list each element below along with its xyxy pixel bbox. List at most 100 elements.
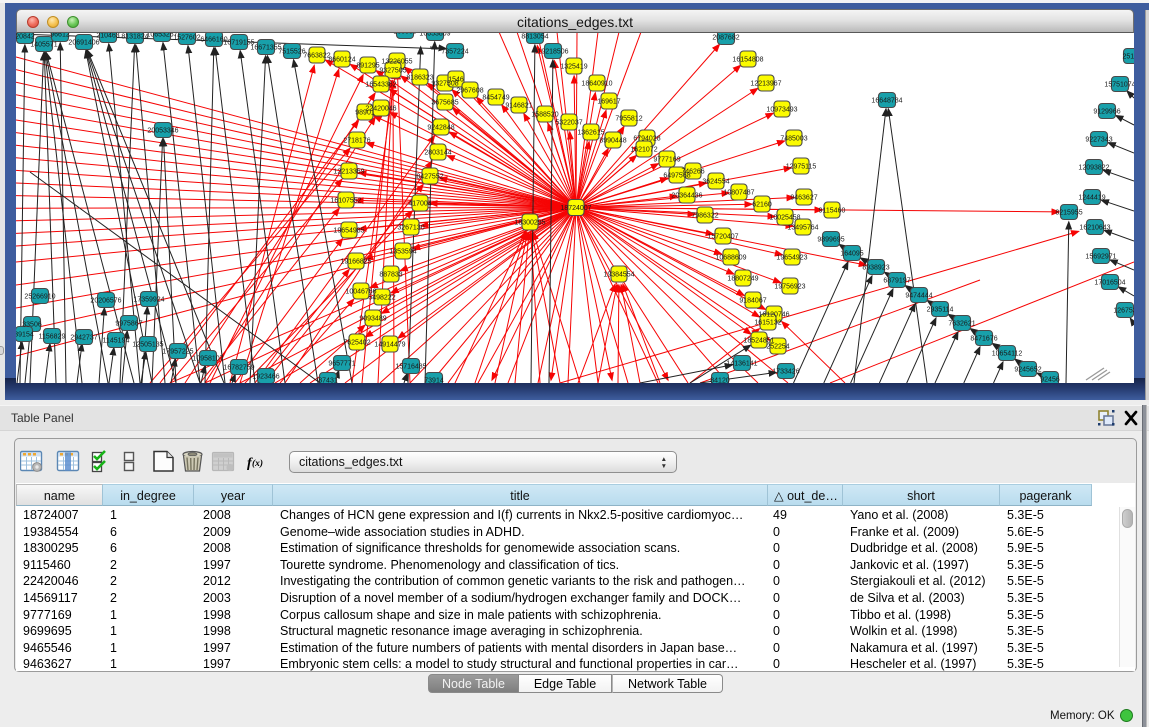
svg-text:9184067: 9184067 — [739, 298, 766, 305]
svg-text:2935114: 2935114 — [927, 307, 954, 314]
svg-text:10025458: 10025458 — [769, 215, 800, 222]
svg-text:16053809: 16053809 — [419, 33, 450, 38]
svg-text:33506: 33506 — [22, 322, 42, 329]
svg-text:16154808: 16154808 — [732, 57, 763, 64]
svg-text:7515526: 7515526 — [278, 49, 305, 56]
svg-text:18724007: 18724007 — [560, 205, 591, 212]
svg-text:1405571: 1405571 — [30, 42, 57, 49]
svg-text:19654985: 19654985 — [333, 228, 364, 235]
svg-text:8186323: 8186323 — [406, 75, 433, 82]
svg-text:8215955: 8215955 — [1055, 210, 1082, 217]
svg-text:19654923: 19654923 — [776, 255, 807, 262]
svg-text:13226055: 13226055 — [381, 59, 412, 66]
svg-text:96612: 96612 — [50, 33, 70, 39]
svg-text:18640910: 18640910 — [581, 81, 612, 88]
svg-text:10654112: 10654112 — [992, 351, 1023, 358]
svg-text:7955812: 7955812 — [615, 116, 642, 123]
svg-text:12975115: 12975115 — [786, 164, 817, 171]
svg-text:160538: 160538 — [393, 33, 416, 36]
svg-text:19756923: 19756923 — [774, 284, 805, 291]
svg-text:1353594: 1353594 — [389, 249, 416, 256]
svg-text:746266: 746266 — [681, 169, 704, 176]
svg-text:8454749: 8454749 — [482, 95, 509, 102]
svg-text:20842: 20842 — [16, 34, 35, 41]
svg-text:73914: 73914 — [424, 378, 444, 384]
svg-text:1733426: 1733426 — [772, 369, 799, 376]
svg-text:84120: 84120 — [710, 378, 730, 384]
svg-text:210463: 210463 — [96, 33, 119, 40]
svg-text:98901: 98901 — [355, 110, 375, 117]
svg-text:9657771: 9657771 — [328, 361, 355, 368]
svg-text:17016504: 17016504 — [1094, 280, 1125, 287]
svg-text:16210643: 16210643 — [1079, 225, 1110, 232]
svg-text:12213967: 12213967 — [750, 81, 781, 88]
svg-text:1156829: 1156829 — [39, 334, 66, 341]
svg-text:1362615: 1362615 — [577, 130, 604, 137]
svg-text:1244419: 1244419 — [1078, 195, 1105, 202]
svg-text:7625402: 7625402 — [343, 340, 370, 347]
svg-text:12505135: 12505135 — [132, 342, 163, 349]
svg-text:20206576: 20206576 — [90, 298, 121, 305]
svg-text:1615132: 1615132 — [754, 320, 781, 327]
svg-text:20364436: 20364436 — [671, 193, 702, 200]
svg-text:8990448: 8990448 — [599, 138, 626, 145]
svg-text:8660124: 8660124 — [328, 57, 355, 64]
svg-text:16671355: 16671355 — [250, 45, 281, 52]
svg-text:2087682: 2087682 — [712, 35, 739, 42]
svg-text:7485003: 7485003 — [780, 136, 807, 143]
svg-text:9129966: 9129966 — [1093, 109, 1120, 116]
svg-text:2803144: 2803144 — [424, 150, 451, 157]
svg-text:8131824: 8131824 — [121, 34, 148, 41]
svg-text:16120746: 16120746 — [758, 312, 789, 319]
svg-text:16107552: 16107552 — [330, 198, 361, 205]
svg-text:1325419: 1325419 — [560, 64, 587, 71]
svg-text:14136141: 14136141 — [726, 361, 757, 368]
svg-text:5498222: 5498222 — [368, 295, 395, 302]
svg-text:7986322: 7986322 — [691, 213, 718, 220]
svg-text:252254: 252254 — [766, 344, 789, 351]
svg-text:19166825: 19166825 — [340, 259, 371, 266]
svg-text:3267130: 3267130 — [397, 225, 424, 232]
svg-text:10973493: 10973493 — [766, 107, 797, 114]
svg-text:1923466: 1923466 — [252, 374, 279, 381]
svg-text:3624554: 3624554 — [702, 179, 729, 186]
svg-text:9115460: 9115460 — [819, 208, 846, 215]
svg-text:20691406: 20691406 — [68, 40, 99, 47]
svg-text:12213369: 12213369 — [333, 169, 364, 176]
svg-text:1546: 1546 — [448, 77, 464, 84]
svg-text:7632621: 7632621 — [948, 321, 975, 328]
svg-text:19218506: 19218506 — [537, 49, 568, 56]
svg-text:9777169: 9777169 — [653, 157, 680, 164]
svg-text:13495764: 13495764 — [787, 225, 818, 232]
svg-text:39154: 39154 — [16, 332, 34, 339]
svg-text:1588520: 1588520 — [531, 112, 558, 119]
svg-text:164095: 164095 — [840, 251, 863, 258]
svg-text:9474444: 9474444 — [905, 293, 932, 300]
svg-text:7357224: 7357224 — [441, 49, 468, 56]
svg-text:18807249: 18807249 — [727, 276, 758, 283]
svg-text:25118: 25118 — [1123, 54, 1134, 61]
svg-text:3675685: 3675685 — [431, 100, 458, 107]
svg-text:(x): (x) — [252, 458, 263, 469]
svg-text:12093822: 12093822 — [1078, 165, 1109, 172]
svg-text:15692971: 15692971 — [1085, 254, 1116, 261]
svg-text:1621072: 1621072 — [630, 147, 657, 154]
svg-text:8938923: 8938923 — [862, 265, 889, 272]
svg-text:8427552: 8427552 — [416, 174, 443, 181]
svg-text:417004: 417004 — [408, 201, 431, 208]
svg-text:891295: 891295 — [356, 63, 379, 70]
svg-text:19384554: 19384554 — [603, 272, 634, 279]
svg-text:92456: 92456 — [1040, 377, 1060, 384]
svg-text:14914479: 14914479 — [374, 342, 405, 349]
svg-text:15751074: 15751074 — [1104, 82, 1134, 89]
svg-text:9899695: 9899695 — [817, 237, 844, 244]
svg-text:17359924: 17359924 — [133, 297, 164, 304]
svg-text:9146821: 9146821 — [505, 103, 532, 110]
svg-text:16648784: 16648784 — [871, 98, 902, 105]
svg-text:15720407: 15720407 — [707, 234, 738, 241]
svg-text:1527602: 1527602 — [173, 35, 200, 42]
svg-text:887833: 887833 — [379, 272, 402, 279]
svg-text:8813054: 8813054 — [521, 34, 548, 41]
svg-text:169617: 169617 — [597, 99, 620, 106]
svg-text:9327505: 9327505 — [379, 68, 406, 75]
